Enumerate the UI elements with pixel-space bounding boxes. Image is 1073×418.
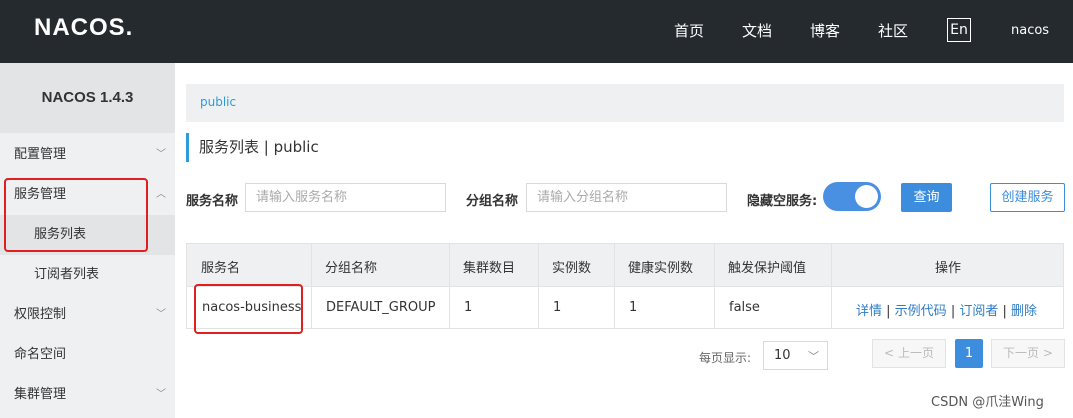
highlight-box-service — [194, 284, 303, 334]
service-table: 服务名 分组名称 集群数目 实例数 健康实例数 触发保护阈值 操作 nacos-… — [186, 243, 1064, 329]
toggle-knob — [855, 185, 878, 208]
nacos-logo[interactable]: NACOS. — [34, 14, 133, 42]
chevron-down-icon: ﹀ — [156, 149, 166, 160]
cell-cluster-count: 1 — [464, 300, 473, 315]
chevron-up-icon: ︿ — [156, 189, 166, 200]
page-title: 服务列表 | public — [186, 133, 319, 162]
details-link[interactable]: 详情 — [856, 304, 882, 319]
query-button[interactable]: 查询 — [901, 183, 952, 212]
next-page-button[interactable]: 下一页 > — [991, 339, 1065, 368]
sidebar-item-subscriber-list[interactable]: 订阅者列表 — [0, 255, 175, 295]
delete-link[interactable]: 删除 — [1011, 304, 1037, 319]
hide-empty-label: 隐藏空服务: — [747, 194, 818, 209]
sidebar-item-label: 命名空间 — [14, 347, 67, 362]
page-size-value: 10 — [774, 348, 791, 363]
watermark: CSDN @爪洼Wing — [931, 395, 1044, 410]
service-name-input[interactable]: 请输入服务名称 — [245, 183, 446, 212]
column-header: 集群数目 — [463, 261, 516, 276]
sidebar-item-namespace[interactable]: 命名空间 — [0, 335, 175, 375]
prev-page-button[interactable]: < 上一页 — [872, 339, 946, 368]
sidebar-item-label: 订阅者列表 — [34, 267, 100, 282]
nav-community[interactable]: 社区 — [878, 20, 908, 41]
hide-empty-toggle[interactable] — [823, 182, 881, 211]
column-header: 健康实例数 — [628, 261, 694, 276]
group-name-input[interactable]: 请输入分组名称 — [526, 183, 727, 212]
language-toggle[interactable]: En — [947, 18, 971, 42]
nav-blog[interactable]: 博客 — [810, 20, 840, 41]
chevron-left-icon: < — [884, 346, 895, 360]
service-name-label: 服务名称 — [186, 194, 239, 209]
nav-home[interactable]: 首页 — [674, 20, 704, 41]
group-name-label: 分组名称 — [466, 194, 519, 209]
page-size-select[interactable]: 10 ﹀ — [763, 341, 828, 370]
sidebar-title: NACOS 1.4.3 — [0, 63, 175, 133]
sidebar-item-label: 配置管理 — [14, 147, 67, 162]
column-header: 触发保护阈值 — [728, 261, 807, 276]
breadcrumb: public — [186, 84, 1064, 122]
sidebar-item-label: 权限控制 — [14, 307, 67, 322]
chevron-down-icon: ﹀ — [156, 389, 166, 400]
column-header: 分组名称 — [325, 261, 378, 276]
column-header: 操作 — [935, 261, 962, 276]
chevron-down-icon: ﹀ — [156, 309, 166, 320]
subscribers-link[interactable]: 订阅者 — [959, 304, 998, 319]
nav-docs[interactable]: 文档 — [742, 20, 772, 41]
table-header — [187, 244, 1063, 286]
prev-page-label: 上一页 — [897, 346, 934, 360]
highlight-box-sidebar — [4, 178, 148, 252]
cell-threshold: false — [729, 300, 760, 315]
cell-healthy-count: 1 — [629, 300, 638, 315]
chevron-down-icon: ﹀ — [808, 350, 819, 363]
page-number-current[interactable]: 1 — [955, 339, 983, 368]
sidebar-item-cluster[interactable]: 集群管理 ﹀ — [0, 375, 175, 415]
cell-group-name: DEFAULT_GROUP — [326, 300, 436, 315]
chevron-right-icon: > — [1042, 346, 1053, 360]
column-header: 实例数 — [552, 261, 592, 276]
breadcrumb-namespace[interactable]: public — [200, 95, 236, 109]
next-page-label: 下一页 — [1003, 346, 1040, 360]
sidebar-item-config[interactable]: 配置管理 ﹀ — [0, 135, 175, 175]
user-menu[interactable]: nacos — [1011, 23, 1049, 38]
cell-instance-count: 1 — [553, 300, 562, 315]
column-header: 服务名 — [201, 261, 241, 276]
page-size-label: 每页显示: — [699, 351, 752, 365]
create-service-button[interactable]: 创建服务 — [990, 183, 1065, 212]
sidebar-item-label: 集群管理 — [14, 387, 67, 402]
sidebar-item-auth[interactable]: 权限控制 ﹀ — [0, 295, 175, 335]
sample-code-link[interactable]: 示例代码 — [895, 304, 947, 319]
top-navbar: NACOS. 首页 文档 博客 社区 En nacos — [0, 0, 1073, 63]
operations-cell: 详情 | 示例代码 | 订阅者 | 删除 — [856, 304, 1038, 319]
